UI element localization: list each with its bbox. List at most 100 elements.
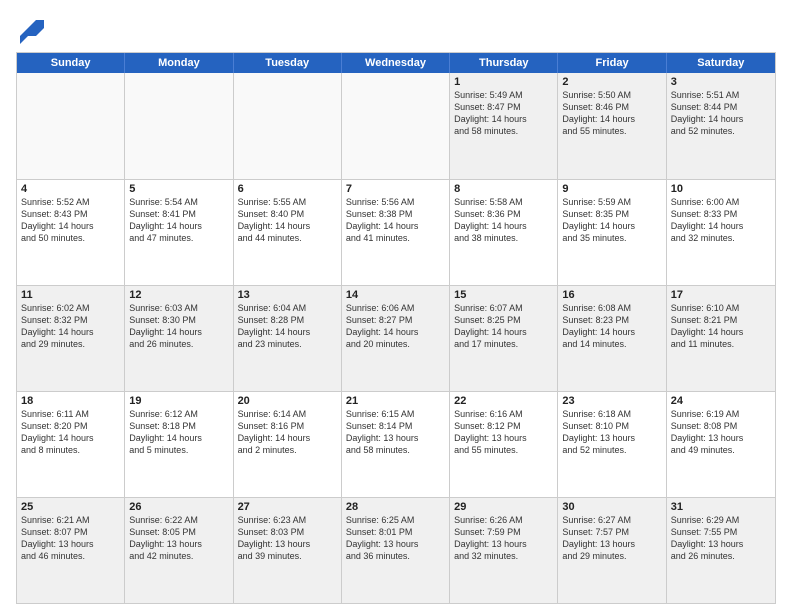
day-details: Sunrise: 6:02 AMSunset: 8:32 PMDaylight:… [21,302,120,351]
day-details: Sunrise: 6:26 AMSunset: 7:59 PMDaylight:… [454,514,553,563]
day-details: Sunrise: 6:10 AMSunset: 8:21 PMDaylight:… [671,302,771,351]
day-details: Sunrise: 6:11 AMSunset: 8:20 PMDaylight:… [21,408,120,457]
day-details: Sunrise: 6:22 AMSunset: 8:05 PMDaylight:… [129,514,228,563]
day-number: 20 [238,395,337,407]
calendar-cell: 2Sunrise: 5:50 AMSunset: 8:46 PMDaylight… [558,73,666,179]
day-number: 30 [562,501,661,513]
day-number: 29 [454,501,553,513]
day-number: 21 [346,395,445,407]
calendar-cell: 5Sunrise: 5:54 AMSunset: 8:41 PMDaylight… [125,180,233,285]
day-details: Sunrise: 6:29 AMSunset: 7:55 PMDaylight:… [671,514,771,563]
day-number: 23 [562,395,661,407]
day-details: Sunrise: 6:25 AMSunset: 8:01 PMDaylight:… [346,514,445,563]
weekday-header: Sunday [17,53,125,73]
day-number: 24 [671,395,771,407]
day-number: 28 [346,501,445,513]
day-details: Sunrise: 5:55 AMSunset: 8:40 PMDaylight:… [238,196,337,245]
day-number: 12 [129,289,228,301]
weekday-header: Friday [558,53,666,73]
calendar-cell: 29Sunrise: 6:26 AMSunset: 7:59 PMDayligh… [450,498,558,603]
calendar-cell: 31Sunrise: 6:29 AMSunset: 7:55 PMDayligh… [667,498,775,603]
day-details: Sunrise: 5:51 AMSunset: 8:44 PMDaylight:… [671,89,771,138]
day-details: Sunrise: 6:00 AMSunset: 8:33 PMDaylight:… [671,196,771,245]
calendar-cell: 4Sunrise: 5:52 AMSunset: 8:43 PMDaylight… [17,180,125,285]
day-details: Sunrise: 5:54 AMSunset: 8:41 PMDaylight:… [129,196,228,245]
calendar-row: 25Sunrise: 6:21 AMSunset: 8:07 PMDayligh… [17,497,775,603]
day-number: 7 [346,183,445,195]
day-details: Sunrise: 6:04 AMSunset: 8:28 PMDaylight:… [238,302,337,351]
calendar-body: 1Sunrise: 5:49 AMSunset: 8:47 PMDaylight… [17,73,775,603]
calendar-cell: 1Sunrise: 5:49 AMSunset: 8:47 PMDaylight… [450,73,558,179]
calendar-cell: 8Sunrise: 5:58 AMSunset: 8:36 PMDaylight… [450,180,558,285]
day-details: Sunrise: 6:14 AMSunset: 8:16 PMDaylight:… [238,408,337,457]
day-details: Sunrise: 6:07 AMSunset: 8:25 PMDaylight:… [454,302,553,351]
page: SundayMondayTuesdayWednesdayThursdayFrid… [0,0,792,612]
header [16,16,776,44]
day-number: 15 [454,289,553,301]
calendar-cell: 16Sunrise: 6:08 AMSunset: 8:23 PMDayligh… [558,286,666,391]
day-details: Sunrise: 5:58 AMSunset: 8:36 PMDaylight:… [454,196,553,245]
calendar-cell: 7Sunrise: 5:56 AMSunset: 8:38 PMDaylight… [342,180,450,285]
day-number: 18 [21,395,120,407]
weekday-header: Saturday [667,53,775,73]
calendar-cell: 15Sunrise: 6:07 AMSunset: 8:25 PMDayligh… [450,286,558,391]
calendar-cell: 17Sunrise: 6:10 AMSunset: 8:21 PMDayligh… [667,286,775,391]
day-number: 31 [671,501,771,513]
calendar-cell: 12Sunrise: 6:03 AMSunset: 8:30 PMDayligh… [125,286,233,391]
day-number: 17 [671,289,771,301]
calendar: SundayMondayTuesdayWednesdayThursdayFrid… [16,52,776,604]
calendar-header: SundayMondayTuesdayWednesdayThursdayFrid… [17,53,775,73]
logo-icon [16,16,44,44]
day-details: Sunrise: 5:49 AMSunset: 8:47 PMDaylight:… [454,89,553,138]
day-details: Sunrise: 5:50 AMSunset: 8:46 PMDaylight:… [562,89,661,138]
logo [16,16,48,44]
day-number: 14 [346,289,445,301]
weekday-header: Tuesday [234,53,342,73]
day-details: Sunrise: 6:06 AMSunset: 8:27 PMDaylight:… [346,302,445,351]
day-details: Sunrise: 6:12 AMSunset: 8:18 PMDaylight:… [129,408,228,457]
calendar-cell: 10Sunrise: 6:00 AMSunset: 8:33 PMDayligh… [667,180,775,285]
day-number: 25 [21,501,120,513]
calendar-cell: 3Sunrise: 5:51 AMSunset: 8:44 PMDaylight… [667,73,775,179]
calendar-cell: 20Sunrise: 6:14 AMSunset: 8:16 PMDayligh… [234,392,342,497]
calendar-cell: 6Sunrise: 5:55 AMSunset: 8:40 PMDaylight… [234,180,342,285]
calendar-row: 11Sunrise: 6:02 AMSunset: 8:32 PMDayligh… [17,285,775,391]
day-details: Sunrise: 5:59 AMSunset: 8:35 PMDaylight:… [562,196,661,245]
calendar-cell: 9Sunrise: 5:59 AMSunset: 8:35 PMDaylight… [558,180,666,285]
weekday-header: Thursday [450,53,558,73]
calendar-cell: 22Sunrise: 6:16 AMSunset: 8:12 PMDayligh… [450,392,558,497]
day-number: 13 [238,289,337,301]
calendar-cell: 28Sunrise: 6:25 AMSunset: 8:01 PMDayligh… [342,498,450,603]
calendar-cell: 11Sunrise: 6:02 AMSunset: 8:32 PMDayligh… [17,286,125,391]
calendar-cell [342,73,450,179]
calendar-cell: 24Sunrise: 6:19 AMSunset: 8:08 PMDayligh… [667,392,775,497]
day-details: Sunrise: 6:03 AMSunset: 8:30 PMDaylight:… [129,302,228,351]
calendar-cell: 30Sunrise: 6:27 AMSunset: 7:57 PMDayligh… [558,498,666,603]
day-number: 26 [129,501,228,513]
calendar-cell: 23Sunrise: 6:18 AMSunset: 8:10 PMDayligh… [558,392,666,497]
day-details: Sunrise: 6:21 AMSunset: 8:07 PMDaylight:… [21,514,120,563]
day-number: 6 [238,183,337,195]
day-number: 22 [454,395,553,407]
calendar-cell: 13Sunrise: 6:04 AMSunset: 8:28 PMDayligh… [234,286,342,391]
day-details: Sunrise: 5:52 AMSunset: 8:43 PMDaylight:… [21,196,120,245]
day-details: Sunrise: 6:08 AMSunset: 8:23 PMDaylight:… [562,302,661,351]
calendar-cell: 25Sunrise: 6:21 AMSunset: 8:07 PMDayligh… [17,498,125,603]
day-number: 4 [21,183,120,195]
day-number: 1 [454,76,553,88]
day-details: Sunrise: 6:23 AMSunset: 8:03 PMDaylight:… [238,514,337,563]
calendar-row: 4Sunrise: 5:52 AMSunset: 8:43 PMDaylight… [17,179,775,285]
day-number: 8 [454,183,553,195]
day-number: 5 [129,183,228,195]
calendar-cell: 26Sunrise: 6:22 AMSunset: 8:05 PMDayligh… [125,498,233,603]
day-details: Sunrise: 6:16 AMSunset: 8:12 PMDaylight:… [454,408,553,457]
calendar-row: 18Sunrise: 6:11 AMSunset: 8:20 PMDayligh… [17,391,775,497]
day-number: 16 [562,289,661,301]
calendar-row: 1Sunrise: 5:49 AMSunset: 8:47 PMDaylight… [17,73,775,179]
day-details: Sunrise: 6:18 AMSunset: 8:10 PMDaylight:… [562,408,661,457]
day-details: Sunrise: 5:56 AMSunset: 8:38 PMDaylight:… [346,196,445,245]
day-number: 19 [129,395,228,407]
day-number: 9 [562,183,661,195]
day-details: Sunrise: 6:27 AMSunset: 7:57 PMDaylight:… [562,514,661,563]
calendar-cell [17,73,125,179]
